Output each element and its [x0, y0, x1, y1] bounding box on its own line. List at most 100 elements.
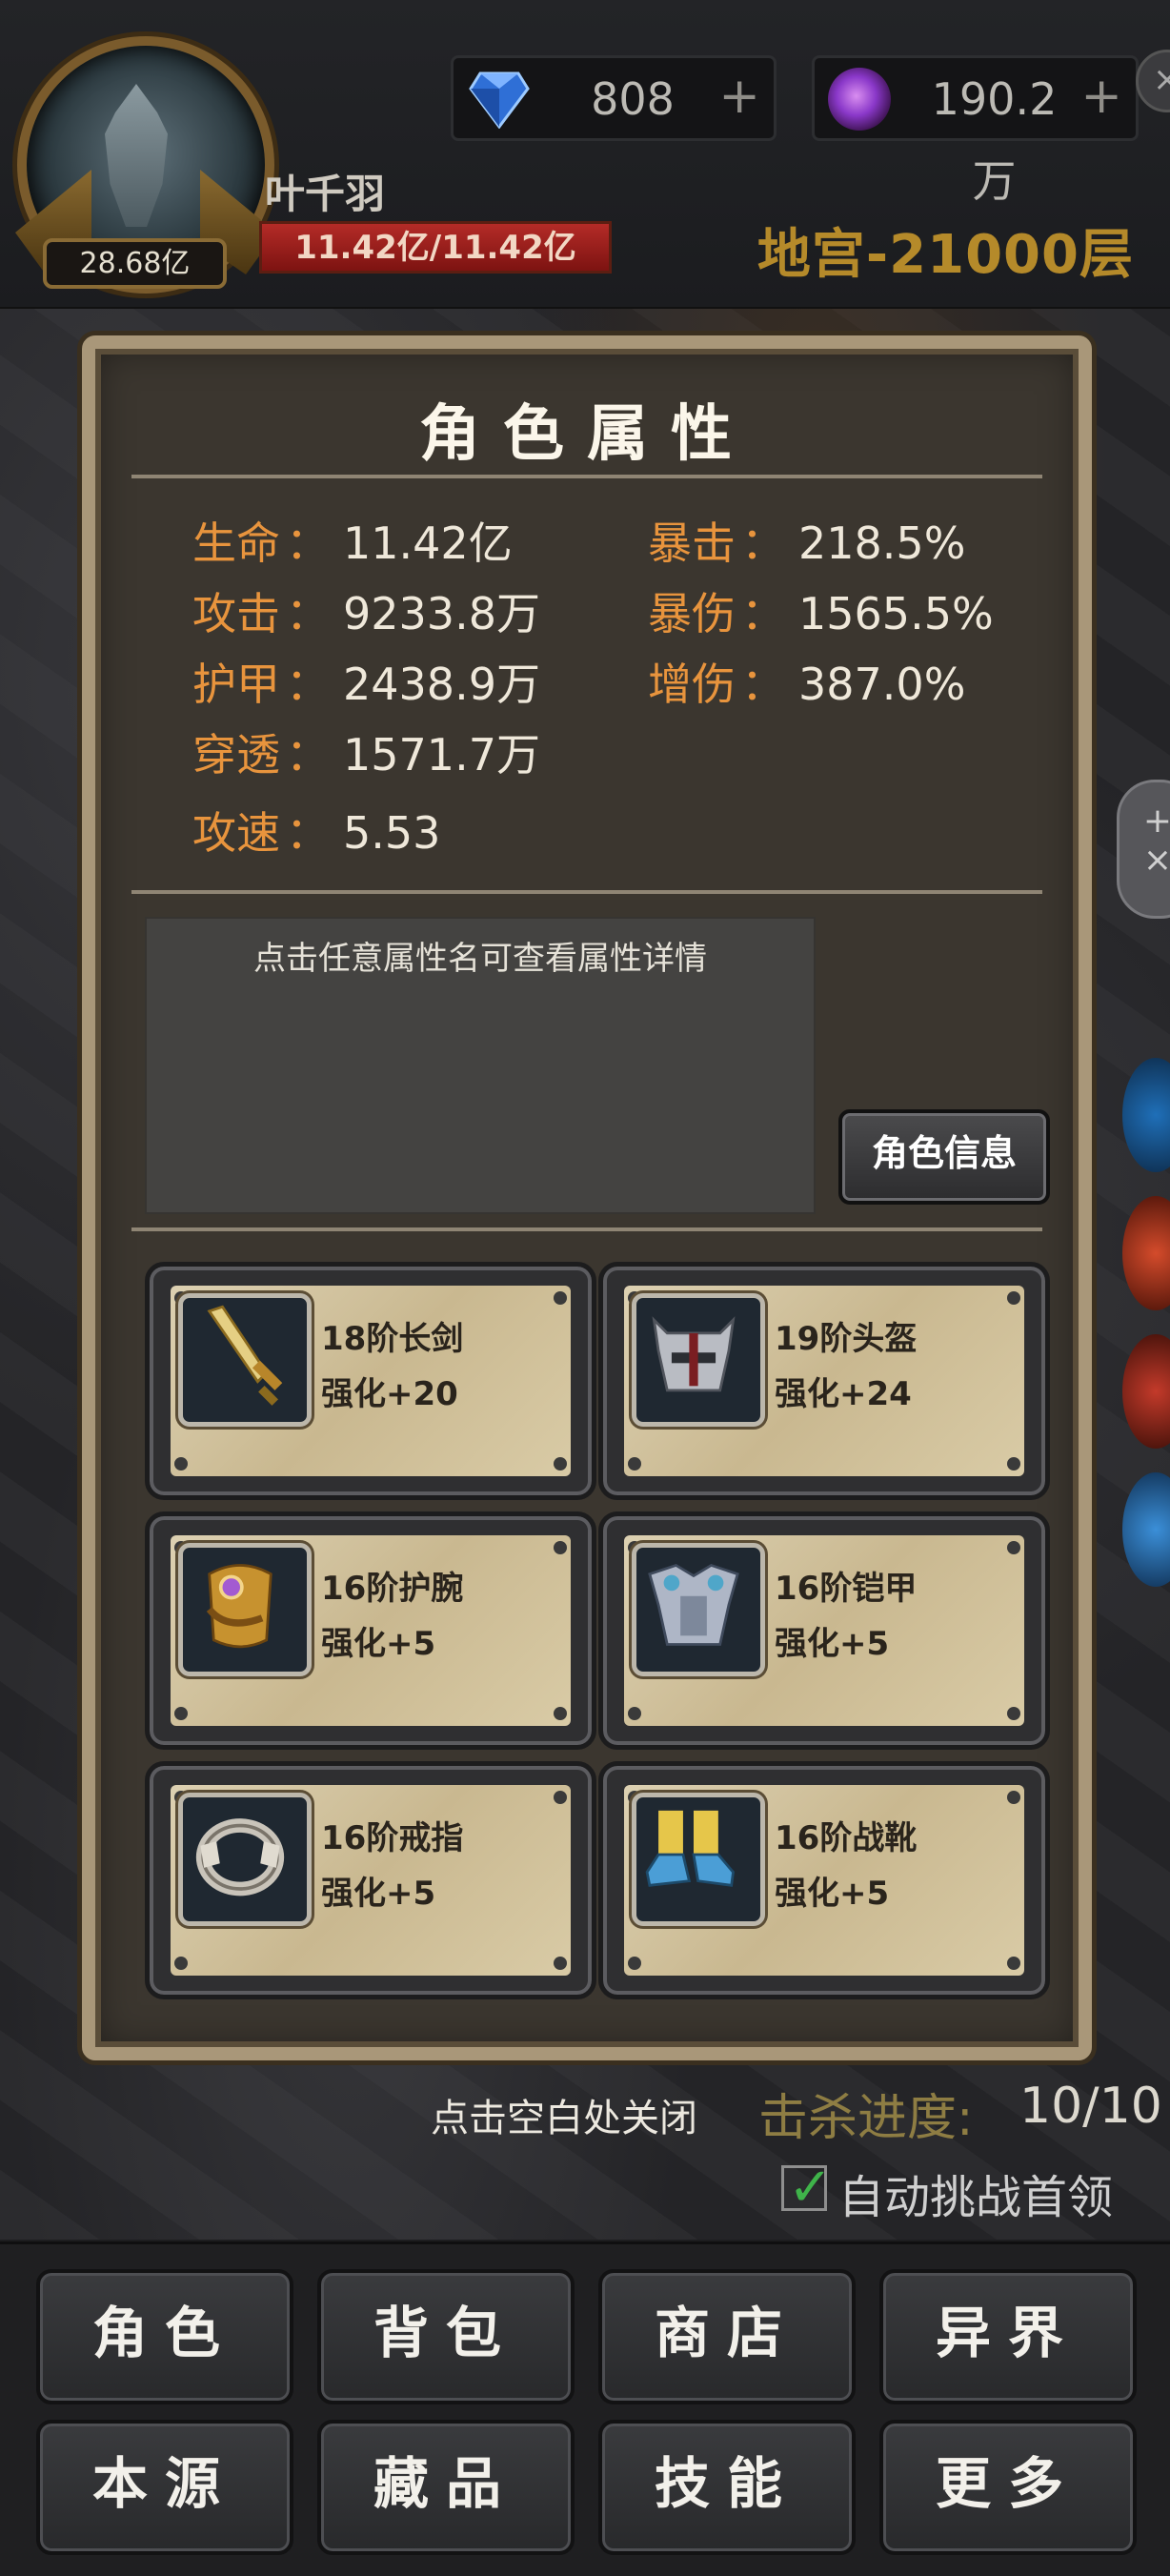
equipment-slot-sword[interactable]: 18阶长剑 强化+20 — [145, 1262, 596, 1500]
floor-label: 地宫-21000层 — [756, 224, 1134, 286]
top-status-bar: 28.68亿 叶千羽 11.42亿/11.42亿 808 + 190.2万 + … — [0, 0, 1170, 309]
auto-boss-label[interactable]: 自动挑战首领 — [838, 2160, 1113, 2226]
kill-progress-value: 10/10 — [1019, 2078, 1162, 2135]
close-hint: 点击空白处关闭 — [431, 2097, 697, 2140]
panel-title: 角色属性 — [419, 399, 755, 470]
menu-more-button[interactable]: 更多 — [879, 2420, 1137, 2555]
nail — [628, 1457, 641, 1471]
stat-name[interactable]: 穿透 — [192, 729, 280, 781]
nail — [554, 1957, 567, 1970]
close-icon[interactable]: × — [1136, 50, 1170, 112]
stat-armor[interactable]: 护甲： 2438.9万 — [192, 654, 540, 715]
stat-name[interactable]: 暴伤 — [648, 588, 736, 639]
hp-bar: 11.42亿/11.42亿 — [259, 221, 612, 274]
essence-count: 190.2万 — [931, 73, 1058, 207]
equipment-name: 18阶长剑 — [321, 1320, 464, 1358]
helmet-icon — [632, 1293, 765, 1427]
nail — [554, 1707, 567, 1720]
nail — [1007, 1791, 1020, 1804]
gem-count: 808 — [591, 73, 675, 125]
plus-icon: + — [1142, 801, 1170, 841]
stat-value: 218.5% — [798, 517, 966, 569]
stat-name[interactable]: 护甲 — [192, 659, 280, 710]
menu-otherworld-button[interactable]: 异界 — [879, 2269, 1137, 2404]
nail — [174, 1957, 188, 1970]
equipment-level: 强化+24 — [775, 1375, 912, 1413]
equipment-name: 16阶铠甲 — [775, 1570, 918, 1608]
add-essence-button[interactable]: + — [1080, 58, 1122, 134]
nail — [554, 1541, 567, 1554]
stat-value: 11.42亿 — [343, 517, 513, 569]
attribute-hint: 点击任意属性名可查看属性详情 — [253, 940, 707, 978]
menu-shop-button[interactable]: 商店 — [598, 2269, 856, 2404]
stat-value: 5.53 — [343, 807, 441, 859]
stat-crit-damage[interactable]: 暴伤： 1565.5% — [648, 583, 994, 644]
menu-skills-button[interactable]: 技能 — [598, 2420, 856, 2555]
stat-damage-bonus[interactable]: 增伤： 387.0% — [648, 654, 965, 715]
stat-value: 2438.9万 — [343, 659, 540, 710]
stat-crit[interactable]: 暴击： 218.5% — [648, 513, 965, 574]
nail — [1007, 1541, 1020, 1554]
diamond-icon — [469, 71, 530, 129]
stat-colon: ： — [286, 729, 330, 781]
stat-colon: ： — [286, 588, 330, 639]
nail — [554, 1291, 567, 1305]
gem-currency: 808 + — [451, 55, 777, 141]
essence-orb-icon — [828, 68, 891, 131]
character-info-button[interactable]: 角色信息 — [838, 1109, 1050, 1205]
attribute-detail-box: 点击任意属性名可查看属性详情 — [145, 917, 816, 1214]
stat-name[interactable]: 暴击 — [648, 517, 736, 569]
auto-boss-checkbox[interactable]: ✓ — [781, 2157, 833, 2219]
equipment-slot-boots[interactable]: 16阶战靴 强化+5 — [598, 1761, 1050, 1999]
nail — [628, 1707, 641, 1720]
nail — [1007, 1957, 1020, 1970]
character-attributes-panel: 角色属性 生命： 11.42亿 攻击： 9233.8万 护甲： 2438.9万 穿透：… — [82, 335, 1092, 2060]
stat-colon: ： — [286, 659, 330, 710]
essence-currency: 190.2万 + — [812, 55, 1139, 207]
boots-icon — [632, 1793, 765, 1926]
stat-name[interactable]: 生命 — [192, 517, 280, 569]
player-name: 叶千羽 — [265, 171, 386, 217]
equipment-level: 强化+5 — [775, 1875, 890, 1913]
nail — [554, 1457, 567, 1471]
equipment-name: 16阶战靴 — [775, 1819, 918, 1857]
stat-name[interactable]: 增伤 — [648, 659, 736, 710]
equipment-slot-armor[interactable]: 16阶铠甲 强化+5 — [598, 1511, 1050, 1750]
nail — [174, 1457, 188, 1471]
menu-collection-button[interactable]: 藏品 — [317, 2420, 575, 2555]
stat-attack-speed[interactable]: 攻速： 5.53 — [192, 802, 440, 863]
armor-icon — [632, 1543, 765, 1676]
stat-attack[interactable]: 攻击： 9233.8万 — [192, 583, 540, 644]
equipment-slot-ring[interactable]: 16阶戒指 强化+5 — [145, 1761, 596, 1999]
divider — [131, 890, 1042, 894]
equipment-level: 强化+5 — [321, 1875, 436, 1913]
checkmark-icon: ✓ — [788, 2157, 833, 2219]
side-toggle-button[interactable]: + × — [1117, 780, 1170, 919]
stat-penetration[interactable]: 穿透： 1571.7万 — [192, 724, 540, 785]
stat-name[interactable]: 攻速 — [192, 807, 280, 859]
menu-character-button[interactable]: 角色 — [36, 2269, 293, 2404]
stat-value: 1565.5% — [798, 588, 994, 639]
kill-progress-label: 击杀进度: — [758, 2090, 974, 2147]
power-badge: 28.68亿 — [43, 238, 227, 289]
stat-value: 1571.7万 — [343, 729, 540, 781]
menu-origin-button[interactable]: 本源 — [36, 2420, 293, 2555]
add-gems-button[interactable]: + — [718, 58, 760, 134]
equipment-slot-helmet[interactable]: 19阶头盔 强化+24 — [598, 1262, 1050, 1500]
nail — [174, 1707, 188, 1720]
nail — [554, 1791, 567, 1804]
equipment-slot-bracer[interactable]: 16阶护腕 强化+5 — [145, 1511, 596, 1750]
stat-name[interactable]: 攻击 — [192, 588, 280, 639]
stat-hp[interactable]: 生命： 11.42亿 — [192, 513, 513, 574]
stat-colon: ： — [286, 807, 330, 859]
nail — [1007, 1291, 1020, 1305]
equipment-level: 强化+5 — [321, 1625, 436, 1663]
sword-icon — [178, 1293, 312, 1427]
stat-colon: ： — [741, 517, 785, 569]
stat-colon: ： — [741, 659, 785, 710]
nail — [1007, 1457, 1020, 1471]
equipment-name: 19阶头盔 — [775, 1320, 918, 1358]
divider — [131, 1227, 1042, 1231]
nail — [628, 1957, 641, 1970]
menu-bag-button[interactable]: 背包 — [317, 2269, 575, 2404]
